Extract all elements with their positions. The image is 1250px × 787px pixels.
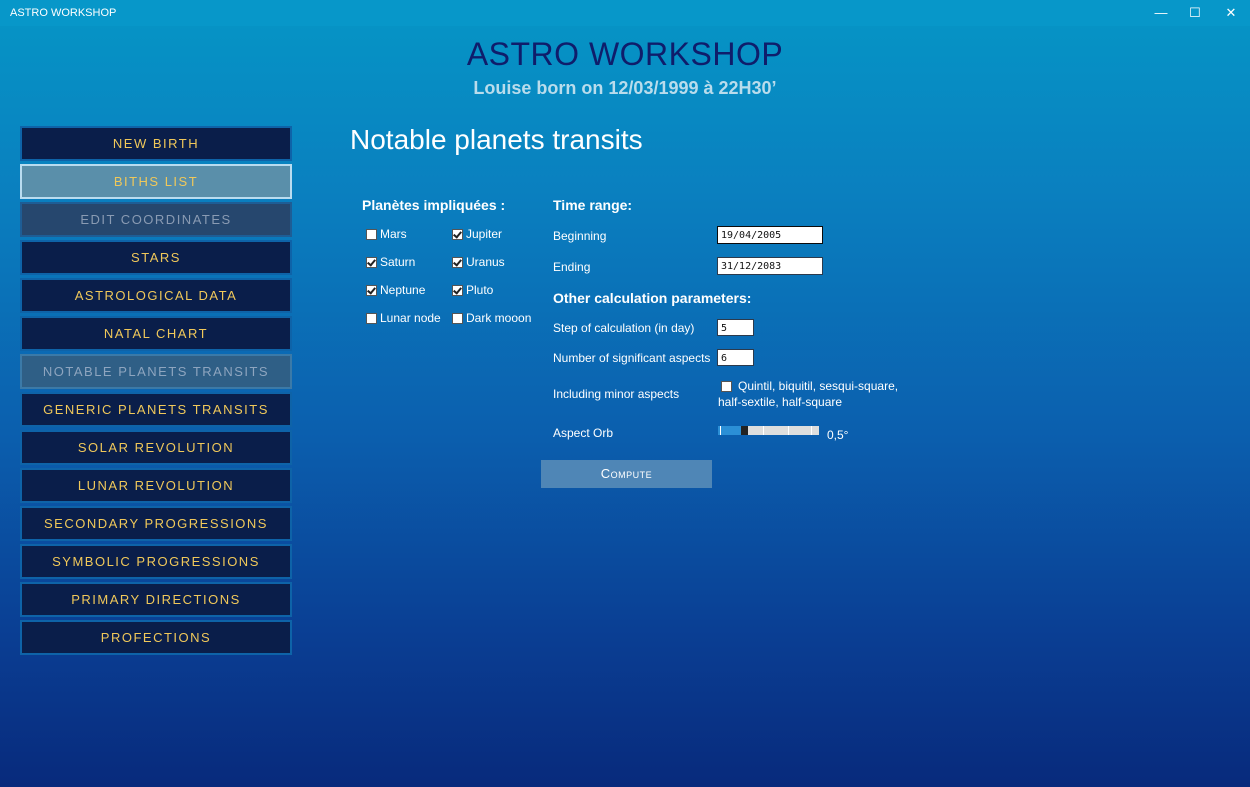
slider-tick: [763, 426, 764, 435]
slider-thumb[interactable]: [741, 426, 748, 435]
slider-tick: [720, 426, 721, 435]
nav-notable-planets-transits-button[interactable]: NOTABLE PLANETS TRANSITS: [20, 354, 292, 389]
checkbox-box[interactable]: [452, 228, 463, 240]
slider-tick: [811, 426, 812, 435]
checkbox-label: Uranus: [466, 255, 505, 269]
aspect-orb-value: 0,5°: [827, 428, 849, 442]
checkbox-box[interactable]: [452, 284, 463, 296]
close-icon[interactable]: ✕: [1213, 0, 1249, 26]
checkbox-label: Mars: [380, 227, 407, 241]
maximize-icon[interactable]: ☐: [1177, 0, 1213, 26]
nav-astrological-data-button[interactable]: ASTROLOGICAL DATA: [20, 278, 292, 313]
checkbox-mars[interactable]: Mars: [366, 227, 407, 241]
beginning-date-input[interactable]: 19/04/2005: [717, 226, 823, 244]
nav-primary-directions-button[interactable]: PRIMARY DIRECTIONS: [20, 582, 292, 617]
checkbox-label: Jupiter: [466, 227, 503, 241]
window-title: ASTRO WORKSHOP: [10, 7, 117, 19]
nav-generic-planets-transits-button[interactable]: GENERIC PLANETS TRANSITS: [20, 392, 292, 427]
planets-section-title: Planètes impliquées :: [362, 197, 506, 213]
minor-aspects-label: Including minor aspects: [553, 387, 680, 401]
significant-aspects-label: Number of significant aspects: [553, 351, 711, 365]
nav-edit-coordinates-button: EDIT COORDINATES: [20, 202, 292, 237]
minor-aspects-checkbox[interactable]: Quintil, biquitil, sesqui-square,: [721, 379, 898, 393]
step-input[interactable]: 5: [717, 319, 754, 336]
aspect-orb-label: Aspect Orb: [553, 426, 614, 440]
app-title: ASTRO WORKSHOP: [466, 36, 784, 72]
nav-solar-revolution-button[interactable]: SOLAR REVOLUTION: [20, 430, 292, 465]
beginning-label: Beginning: [553, 229, 607, 243]
compute-button[interactable]: Compute: [541, 460, 712, 488]
checkbox-box[interactable]: [366, 284, 377, 296]
time-range-title: Time range:: [553, 197, 633, 213]
nav-natal-chart-button[interactable]: NATAL CHART: [20, 316, 292, 351]
checkbox-label: Neptune: [380, 283, 426, 297]
checkbox-box[interactable]: [366, 228, 377, 240]
minor-aspects-option-line1: Quintil, biquitil, sesqui-square,: [738, 379, 899, 393]
aspect-orb-slider[interactable]: [718, 426, 819, 435]
checkbox-pluto[interactable]: Pluto: [452, 283, 493, 297]
significant-aspects-input[interactable]: 6: [717, 349, 754, 366]
checkbox-dark-moon[interactable]: Dark mooon: [452, 311, 531, 325]
minor-aspects-option-line2: half-sextile, half-square: [718, 395, 843, 409]
slider-tick: [788, 426, 789, 435]
checkbox-label: Saturn: [380, 255, 416, 269]
nav-symbolic-progressions-button[interactable]: SYMBOLIC PROGRESSIONS: [20, 544, 292, 579]
slider-fill: [718, 426, 742, 435]
nav-profections-button[interactable]: PROFECTIONS: [20, 620, 292, 655]
checkbox-jupiter[interactable]: Jupiter: [452, 227, 502, 241]
nav-secondary-progressions-button[interactable]: SECONDARY PROGRESSIONS: [20, 506, 292, 541]
window-titlebar: ASTRO WORKSHOP — ☐ ✕: [0, 0, 1250, 26]
page-title: Notable planets transits: [350, 124, 643, 155]
checkbox-uranus[interactable]: Uranus: [452, 255, 505, 269]
parameters-title: Other calculation parameters:: [553, 290, 752, 306]
minimize-icon[interactable]: —: [1143, 0, 1179, 26]
checkbox-label: Pluto: [466, 283, 494, 297]
birth-subtitle: Louise born on 12/03/1999 à 22H30’: [473, 78, 777, 98]
checkbox-neptune[interactable]: Neptune: [366, 283, 425, 297]
checkbox-box[interactable]: [366, 312, 377, 324]
nav-births-list-button[interactable]: BITHS LIST: [20, 164, 292, 199]
checkbox-label: Lunar node: [380, 311, 441, 325]
checkbox-saturn[interactable]: Saturn: [366, 255, 415, 269]
ending-date-input[interactable]: 31/12/2083: [717, 257, 823, 275]
checkbox-lunar-node[interactable]: Lunar node: [366, 311, 441, 325]
checkbox-label: Dark mooon: [466, 311, 532, 325]
step-label: Step of calculation (in day): [553, 321, 695, 335]
checkbox-box[interactable]: [366, 256, 377, 268]
nav-lunar-revolution-button[interactable]: LUNAR REVOLUTION: [20, 468, 292, 503]
checkbox-box[interactable]: [452, 312, 463, 324]
nav-stars-button[interactable]: STARS: [20, 240, 292, 275]
checkbox-box[interactable]: [452, 256, 463, 268]
nav-new-birth-button[interactable]: NEW BIRTH: [20, 126, 292, 161]
ending-label: Ending: [553, 260, 591, 274]
checkbox-box[interactable]: [721, 380, 732, 392]
